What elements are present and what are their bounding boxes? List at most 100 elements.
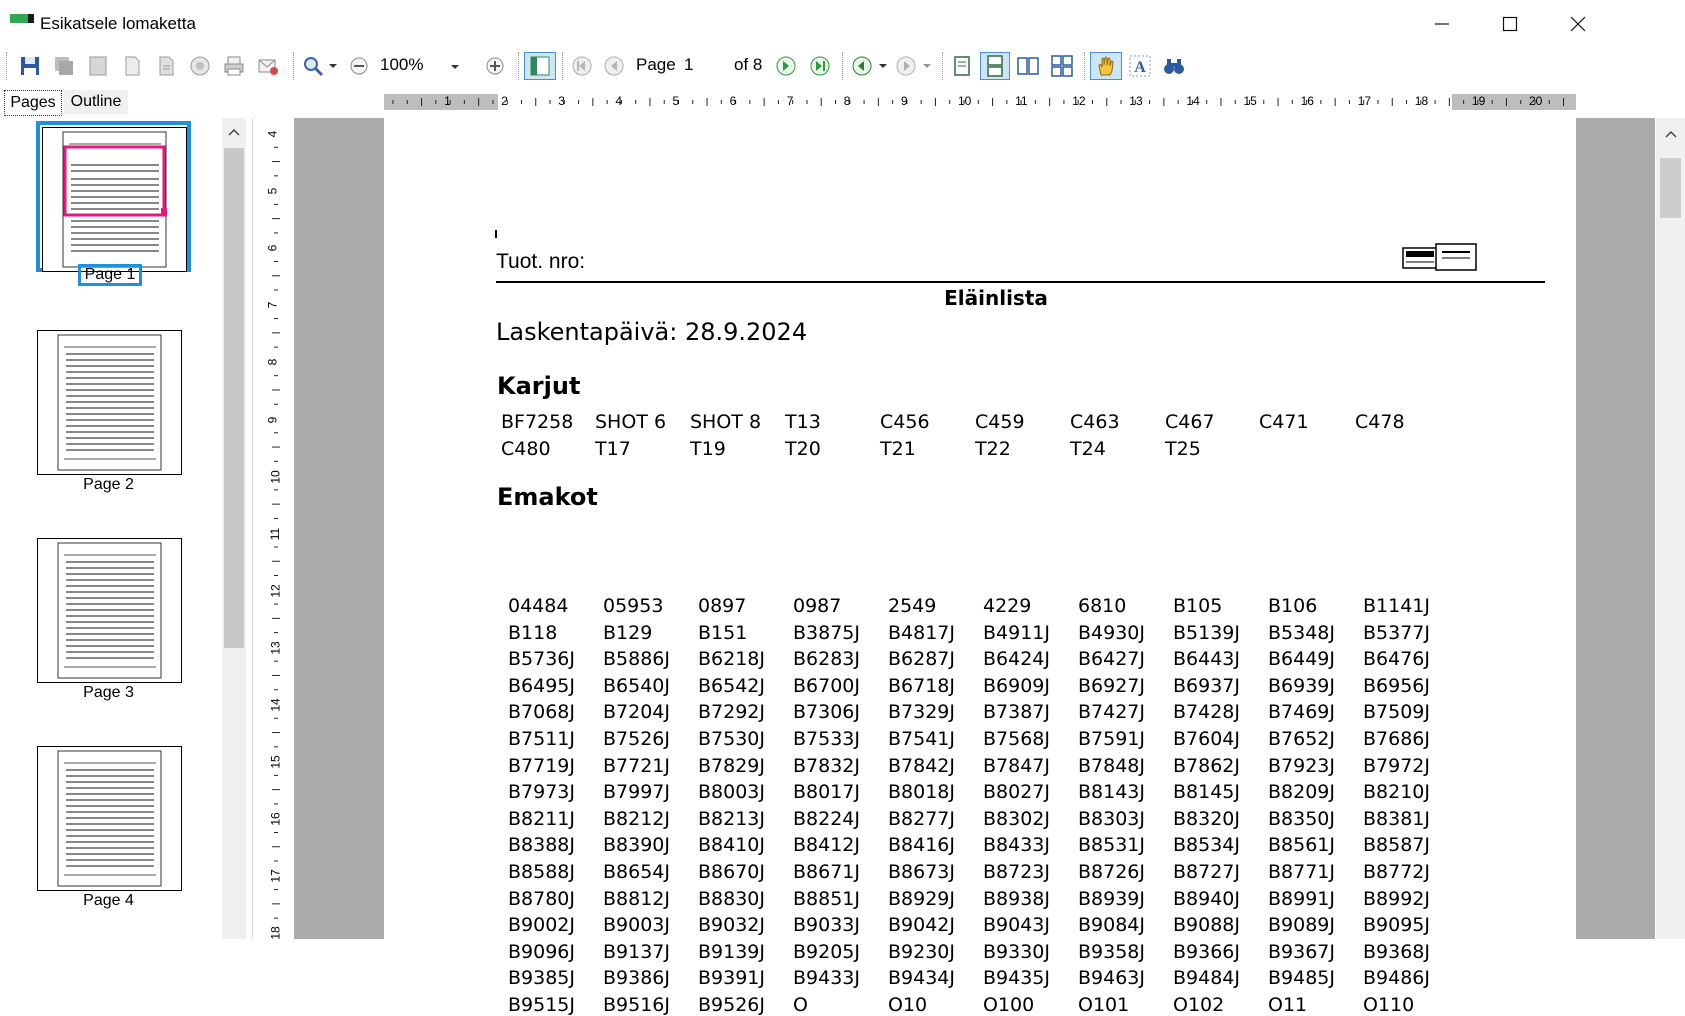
emakko-id: B9526J	[698, 994, 765, 1016]
ruler-label: 7	[786, 94, 794, 108]
emakko-id: B8771J	[1268, 861, 1335, 883]
forward-button[interactable]	[892, 52, 920, 80]
zoom-tool-dropdown[interactable]	[326, 52, 340, 80]
thumbnail-page-2[interactable]	[37, 330, 182, 475]
thumbnail-page-1[interactable]	[42, 127, 187, 272]
thumbnails-toggle-button[interactable]	[524, 52, 556, 80]
zoom-value: 100%	[380, 55, 424, 74]
single-page-view-button[interactable]	[948, 52, 976, 80]
thumbnail-page-3[interactable]	[37, 538, 182, 683]
emakko-id: B4930J	[1078, 621, 1145, 644]
thumbnail-label-page-1: Page 1	[78, 264, 142, 286]
toolbar-separator	[842, 52, 843, 80]
emakko-id: B8209J	[1268, 781, 1335, 804]
zoom-in-tool-button[interactable]	[300, 52, 326, 80]
next-page-button[interactable]	[772, 52, 800, 80]
back-dropdown[interactable]	[876, 52, 890, 80]
multi-page-view-button[interactable]	[1048, 52, 1076, 80]
zoom-out-button[interactable]	[346, 52, 372, 80]
print-button[interactable]	[220, 52, 248, 80]
binoculars-icon	[1164, 59, 1184, 74]
emakko-id: B106	[1268, 595, 1318, 617]
save-all-button[interactable]	[50, 52, 78, 80]
thumbnail-page-4[interactable]	[37, 746, 182, 891]
zoom-select[interactable]: 100%	[378, 54, 470, 80]
new-page-button[interactable]	[118, 52, 146, 80]
emakko-id: B129	[603, 621, 653, 644]
karju-id: SHOT 6	[595, 411, 667, 433]
back-button[interactable]	[848, 52, 876, 80]
last-page-button[interactable]	[806, 52, 834, 80]
scroll-up-button[interactable]	[1660, 124, 1681, 144]
find-button[interactable]	[1160, 52, 1188, 80]
emakko-id: B9089J	[1268, 914, 1335, 937]
ruler-label: 5	[265, 187, 280, 195]
chevron-down-icon	[879, 64, 887, 68]
scroll-thumb[interactable]	[1660, 158, 1681, 218]
emakko-id: B7204J	[603, 701, 670, 724]
horizontal-ruler: 1 2 3 4 5 6 7 8 9 10 11 12 13 14 15 16 17 18 19 20	[384, 92, 1576, 112]
tab-outline[interactable]: Outline	[64, 90, 128, 114]
emakko-id: B9096J	[508, 940, 575, 963]
forward-dropdown[interactable]	[920, 52, 934, 80]
emakko-id: B8723J	[983, 861, 1050, 883]
karju-id: C456	[880, 411, 930, 433]
emakko-id: B9330J	[983, 940, 1050, 963]
emakko-id: B8654J	[603, 861, 670, 883]
page-number-value: 1	[684, 55, 694, 74]
emakko-id: B8212J	[603, 807, 670, 830]
magnifier-icon	[304, 57, 324, 77]
save-icon	[21, 57, 39, 75]
first-page-button[interactable]	[568, 52, 596, 80]
ruler-label: 11	[1015, 94, 1028, 108]
emakko-id: 0987	[793, 595, 842, 617]
minimize-button[interactable]	[1408, 0, 1476, 48]
thumb-scroll-up-button[interactable]	[224, 122, 244, 142]
page-miniature	[57, 542, 162, 679]
zoom-out-icon	[350, 57, 368, 75]
document-icon	[125, 56, 140, 76]
emakko-id: B7997J	[603, 781, 670, 804]
emakko-id: B8938J	[983, 887, 1050, 910]
emakko-id: B9516J	[603, 994, 670, 1016]
karju-id: C467	[1165, 411, 1215, 433]
emakko-id: B9137J	[603, 940, 670, 963]
maximize-button[interactable]	[1476, 0, 1544, 48]
emakko-id: B8143J	[1078, 781, 1145, 804]
hand-tool-button[interactable]	[1090, 52, 1122, 80]
emakko-id: B6424J	[983, 648, 1050, 671]
thumb-scroll-thumb[interactable]	[224, 148, 244, 648]
product-number-label: Tuot. nro:	[496, 250, 586, 273]
emakko-id: B8410J	[698, 834, 765, 857]
email-button[interactable]	[254, 52, 282, 80]
text-select-button[interactable]: A	[1126, 52, 1154, 80]
page-number-input[interactable]: 1	[680, 52, 724, 80]
stop-icon	[190, 56, 210, 76]
preview-scrollbar[interactable]	[1656, 118, 1685, 939]
emakko-id: B7469J	[1268, 701, 1335, 724]
tab-pages[interactable]: Pages	[4, 90, 62, 116]
emakko-id: B3875J	[793, 621, 860, 644]
save-all-icon	[55, 57, 73, 75]
previous-page-button[interactable]	[600, 52, 628, 80]
toolbar-grip	[6, 52, 7, 80]
emakko-id: B9385J	[508, 967, 575, 990]
karju-id: T20	[785, 438, 821, 460]
save-button[interactable]	[16, 52, 44, 80]
karju-id: T25	[1165, 438, 1201, 460]
stop-button[interactable]	[186, 52, 214, 80]
emakko-id: B7829J	[698, 754, 765, 777]
single-page-icon	[954, 56, 970, 76]
close-button[interactable]	[1544, 0, 1612, 48]
minimize-icon	[1435, 23, 1449, 25]
page-setup-button[interactable]	[84, 52, 112, 80]
two-page-view-button[interactable]	[1014, 52, 1042, 80]
continuous-view-button[interactable]	[980, 52, 1010, 80]
emakko-id: B118	[508, 621, 558, 644]
emakko-id: B9366J	[1173, 940, 1240, 963]
emakko-id: B7591J	[1078, 728, 1145, 750]
export-button[interactable]	[152, 52, 180, 80]
emakko-id: B5736J	[508, 648, 575, 671]
zoom-in-button[interactable]	[482, 52, 508, 80]
karju-id: T13	[785, 411, 821, 433]
